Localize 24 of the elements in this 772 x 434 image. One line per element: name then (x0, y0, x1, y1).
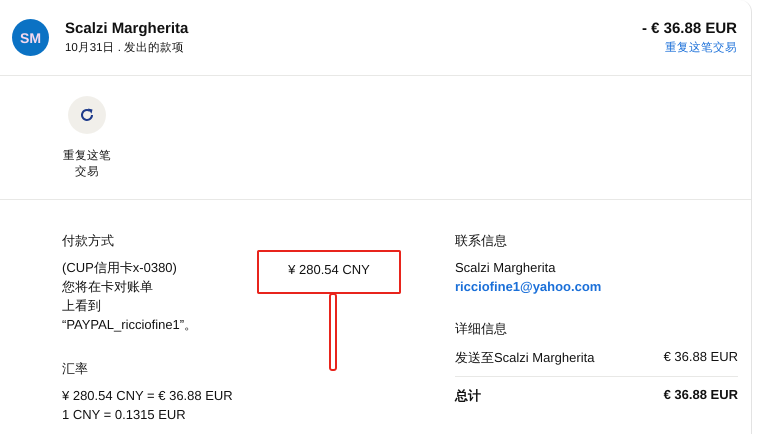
exchange-rate: ¥ 280.54 CNY = € 36.88 EUR (62, 387, 234, 405)
total-value: € 36.88 EUR (664, 387, 738, 404)
total-label: 总计 (455, 387, 481, 405)
transaction-amount: - € 36.88 EUR (642, 20, 737, 37)
action-label: 重复这笔交易 (62, 148, 112, 180)
transaction-date: 10月31日 . 发出的款项 (65, 40, 186, 55)
section-title: 详细信息 (455, 320, 508, 338)
contact-name: Scalzi Margherita (455, 259, 556, 277)
payment-text: (CUP信用卡x-0380) (62, 259, 178, 277)
email-link[interactable]: ricciofine1@yahoo.com (455, 277, 738, 296)
avatar: SM (12, 19, 49, 56)
section-title: 联系信息 (455, 232, 508, 250)
payment-text: “PAYPAL_ricciofine1”。 (62, 316, 198, 334)
section-title: 付款方式 (62, 232, 115, 250)
refresh-icon (79, 107, 95, 123)
detail-value: € 36.88 EUR (664, 349, 738, 366)
detail-label: 发送至Scalzi Margherita (455, 349, 594, 367)
payment-text: 您将在卡对账单 (62, 278, 154, 296)
repeat-link[interactable]: 重复这笔交易 (665, 40, 737, 55)
contact-name: Scalzi Margherita (65, 20, 190, 37)
section-title: 汇率 (62, 360, 89, 378)
payment-text: 上看到 (62, 297, 102, 315)
exchange-rate: 1 CNY = 0.1315 EUR (62, 406, 187, 424)
repeat-button[interactable] (68, 96, 106, 134)
